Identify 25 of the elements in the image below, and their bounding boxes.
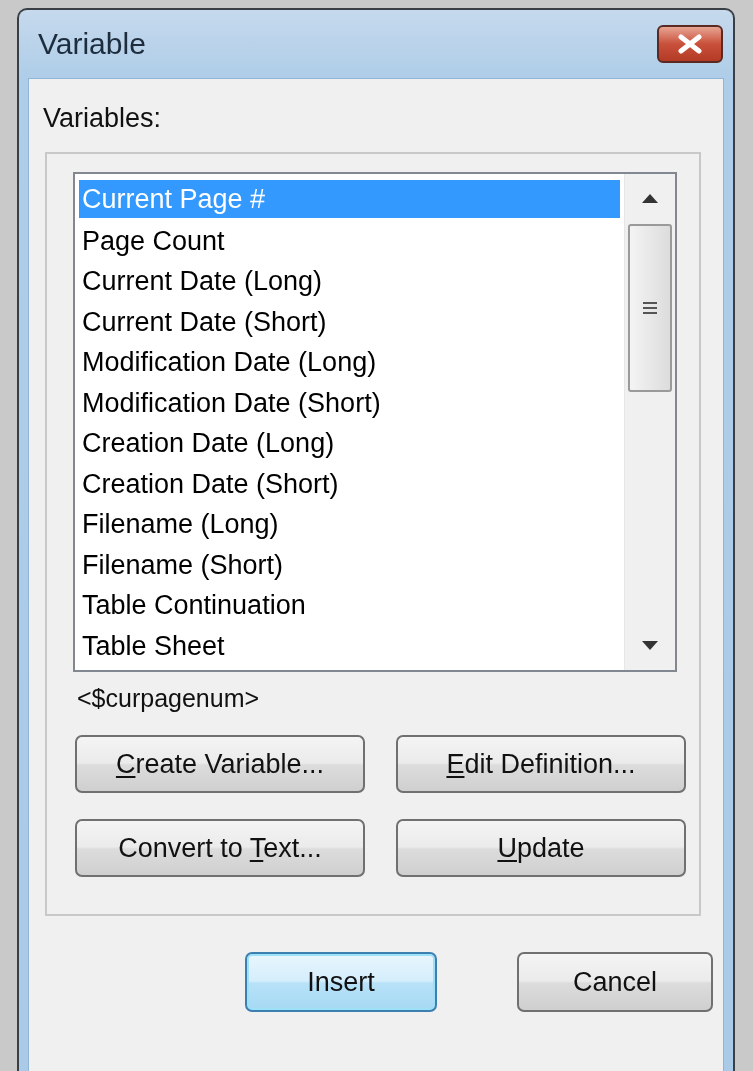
scroll-down-icon[interactable] bbox=[640, 640, 660, 652]
close-icon bbox=[677, 34, 703, 54]
close-button[interactable] bbox=[657, 25, 723, 63]
list-item[interactable]: Table Sheet bbox=[79, 625, 620, 666]
list-item[interactable]: Filename (Short) bbox=[79, 544, 620, 585]
list-item[interactable]: Page Count bbox=[79, 220, 620, 261]
list-item[interactable]: Creation Date (Short) bbox=[79, 463, 620, 504]
scroll-up-icon[interactable] bbox=[640, 192, 660, 204]
action-button[interactable]: Edit Definition... bbox=[396, 735, 686, 793]
list-item[interactable]: Creation Date (Long) bbox=[79, 423, 620, 464]
list-item[interactable]: Current Date (Long) bbox=[79, 261, 620, 302]
list-item[interactable]: Table Continuation bbox=[79, 585, 620, 626]
list-item[interactable]: Modification Date (Short) bbox=[79, 382, 620, 423]
dialog-button[interactable]: Cancel bbox=[517, 952, 713, 1012]
scrollbar-thumb[interactable] bbox=[628, 224, 672, 392]
window-title: Variable bbox=[37, 27, 146, 61]
list-item[interactable]: Filename (Long) bbox=[79, 504, 620, 545]
list-item[interactable]: Modification Date (Long) bbox=[79, 342, 620, 383]
definition-text: <$curpagenum> bbox=[77, 684, 260, 713]
action-button[interactable]: Create Variable... bbox=[75, 735, 365, 793]
list-label: Variables: bbox=[43, 103, 162, 134]
default-button[interactable]: Insert bbox=[245, 952, 437, 1012]
action-button[interactable]: Convert to Text... bbox=[75, 819, 365, 877]
list-item[interactable]: Current Date (Short) bbox=[79, 301, 620, 342]
action-button[interactable]: Update bbox=[396, 819, 686, 877]
